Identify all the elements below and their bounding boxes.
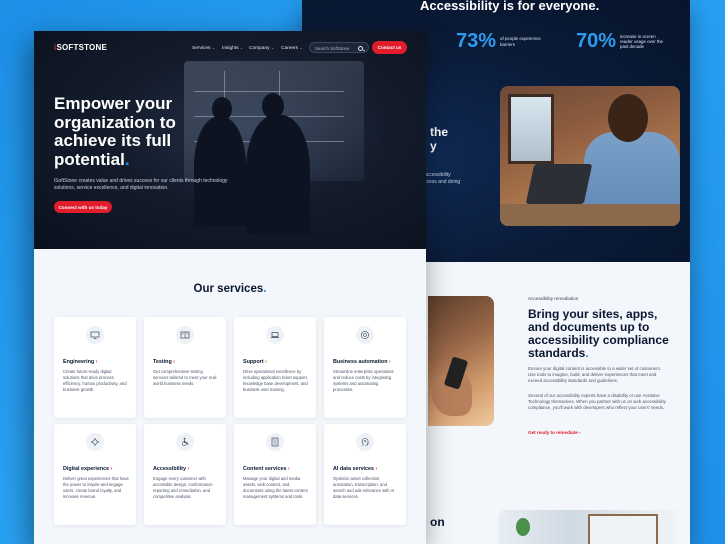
service-card-engineering[interactable]: Engineering › Create future-ready digita… — [54, 317, 136, 418]
partial-heading: the y — [430, 125, 448, 153]
ai-head-icon — [356, 433, 374, 451]
hero-section: iSOFTSTONE Services ⌄ Insights ⌄ Company… — [34, 31, 426, 249]
top-navigation: iSOFTSTONE Services ⌄ Insights ⌄ Company… — [34, 40, 426, 56]
search-icon[interactable] — [358, 45, 363, 51]
accessibility-heading: Accessibility is for everyone. — [420, 0, 600, 13]
card-title: AI data services › — [333, 466, 378, 472]
stat-text: of people experience barriers — [500, 36, 541, 47]
chevron-down-icon: ⌄ — [211, 45, 216, 50]
hand-with-phone-photo — [428, 296, 494, 426]
remediation-paragraph: Ensure your digital content is accessibl… — [528, 366, 662, 383]
stat-value: 70% — [576, 30, 617, 52]
service-card-accessibility[interactable]: Accessibility › Engage every customer wi… — [144, 424, 226, 525]
stat-block: 70% increase in screen reader usage over… — [576, 30, 668, 53]
nav-item-careers[interactable]: Careers ⌄ — [281, 45, 303, 51]
remediation-heading: Bring your sites, apps, and documents up… — [528, 307, 669, 360]
chevron-down-icon: ⌄ — [270, 45, 275, 50]
partial-text: accessibility ccess and doing — [424, 172, 461, 185]
card-description: Create future-ready digital solutions th… — [63, 369, 127, 392]
partial-heading: on — [430, 515, 445, 529]
stat-block: 73% of people experience barriers — [456, 30, 548, 53]
hero-description: iSoftStone creates value and drives succ… — [54, 178, 228, 192]
stat-value: 73% — [456, 30, 497, 52]
card-title: Testing › — [153, 359, 175, 365]
service-card-digital-experience[interactable]: Digital experience › Deliver great exper… — [54, 424, 136, 525]
gear-cycle-icon — [356, 326, 374, 344]
service-card-support[interactable]: Support › Drive operational excellence b… — [234, 317, 316, 418]
wheelchair-icon — [176, 433, 194, 451]
clipboard-icon — [176, 326, 194, 344]
card-description: Manage your digital and media assets, we… — [243, 476, 308, 499]
card-title: Support › — [243, 359, 267, 365]
stat-text: increase in screen reader usage over the… — [620, 33, 663, 50]
card-description: Engage every customer with accessible de… — [153, 476, 213, 499]
front-page-preview: iSOFTSTONE Services ⌄ Insights ⌄ Company… — [34, 31, 426, 544]
card-title: Content services › — [243, 466, 290, 472]
card-title: Digital experience › — [63, 466, 113, 472]
remediate-link[interactable]: Get ready to remediate › — [528, 430, 581, 435]
card-description: Optimize asset collection, annotation, t… — [333, 476, 395, 499]
card-description: Drive operational excellence by includin… — [243, 369, 308, 392]
service-card-content-services[interactable]: Content services › Manage your digital a… — [234, 424, 316, 525]
card-description: Get comprehensive testing services tailo… — [153, 369, 218, 386]
man-with-laptop-photo — [500, 86, 680, 226]
gear-icon — [86, 433, 104, 451]
document-icon — [266, 433, 284, 451]
monitor-icon — [86, 326, 104, 344]
laptop-icon — [266, 326, 284, 344]
card-title: Business automation › — [333, 359, 391, 365]
card-title: Engineering › — [63, 359, 98, 365]
nav-item-insights[interactable]: Insights ⌄ — [222, 45, 243, 51]
remediation-paragraph: Several of our accessibility experts hav… — [528, 393, 666, 410]
search-input[interactable] — [315, 44, 359, 53]
services-heading: Our services. — [193, 283, 267, 295]
nav-item-services[interactable]: Services ⌄ — [192, 45, 215, 51]
remediation-label: Accessibility remediation — [528, 296, 579, 301]
hero-title: Empower your organization to achieve its… — [54, 94, 176, 169]
search-box[interactable] — [309, 42, 369, 53]
card-description: Deliver great experiences that have the … — [63, 476, 129, 499]
isoftstone-logo[interactable]: iSOFTSTONE — [54, 43, 107, 52]
service-card-business-automation[interactable]: Business automation › Streamline enterpr… — [324, 317, 406, 418]
card-title: Accessibility › — [153, 466, 190, 472]
card-description: Streamline enterprise operations and red… — [333, 369, 394, 392]
connect-cta-button[interactable]: Connect with us today — [54, 201, 112, 213]
office-photo — [498, 510, 682, 544]
nav-item-company[interactable]: Company ⌄ — [249, 45, 274, 51]
service-card-ai-data-services[interactable]: AI data services › Optimize asset collec… — [324, 424, 406, 525]
chevron-down-icon: ⌄ — [299, 45, 303, 50]
contact-us-button[interactable]: Contact us — [372, 41, 407, 54]
chevron-down-icon: ⌄ — [239, 45, 244, 50]
service-card-testing[interactable]: Testing › Get comprehensive testing serv… — [144, 317, 226, 418]
